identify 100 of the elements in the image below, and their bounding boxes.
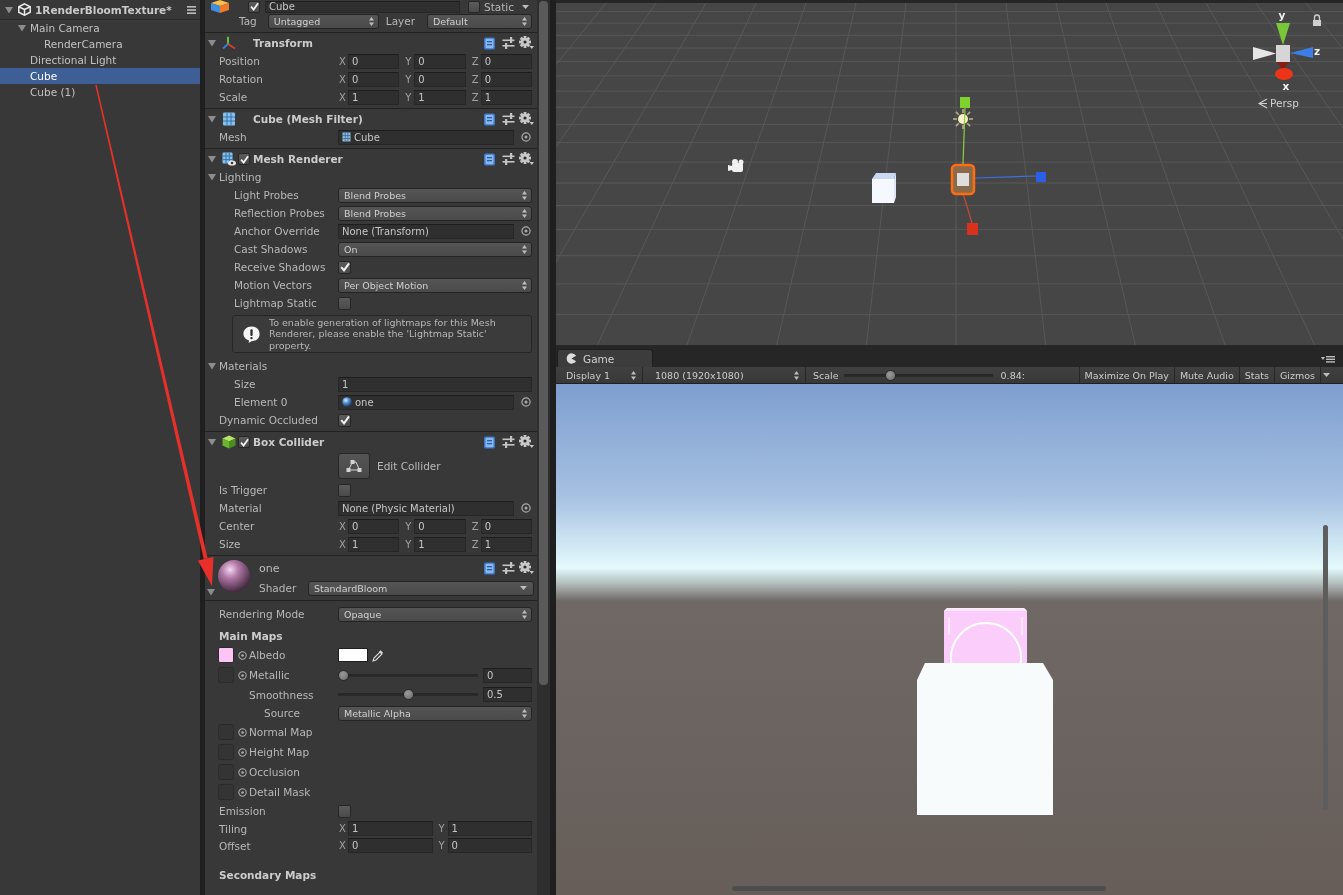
number-field[interactable]: 1 xyxy=(414,536,466,552)
number-field[interactable]: 0 xyxy=(414,53,466,69)
hierarchy-item[interactable]: Cube (1) xyxy=(0,84,200,100)
number-field[interactable]: 0 xyxy=(414,71,466,87)
number-field[interactable]: 0 xyxy=(480,71,532,87)
menu-icon[interactable] xyxy=(187,5,196,14)
shader-dropdown[interactable]: StandardBloom xyxy=(308,580,534,596)
help-book-icon[interactable] xyxy=(483,152,496,166)
target-icon[interactable] xyxy=(521,503,531,513)
tag-dropdown[interactable]: Untagged xyxy=(267,13,379,29)
number-field[interactable]: 0 xyxy=(348,53,400,69)
checkbox[interactable] xyxy=(338,483,351,497)
number-field[interactable]: 1 xyxy=(480,89,532,105)
hierarchy-item[interactable]: RenderCamera xyxy=(0,36,200,52)
checkbox[interactable] xyxy=(338,260,351,274)
axis-gizmo[interactable] xyxy=(1253,23,1313,80)
number-field[interactable]: 0 xyxy=(414,518,466,534)
object-field[interactable]: None (Physic Material) xyxy=(338,500,514,516)
checkbox[interactable] xyxy=(238,436,250,448)
hierarchy-item[interactable]: Directional Light xyxy=(0,52,200,68)
sliders-icon[interactable] xyxy=(502,113,515,125)
number-field[interactable]: 1 xyxy=(348,89,400,105)
toolbar-toggle[interactable]: Gizmos xyxy=(1274,367,1320,383)
dropdown[interactable]: Per Object Motion xyxy=(338,277,532,293)
number-field[interactable]: 1 xyxy=(348,536,400,552)
object-field[interactable]: Cube xyxy=(338,129,514,145)
target-icon[interactable] xyxy=(521,226,531,236)
projection-label[interactable]: Persp xyxy=(1270,97,1299,109)
target-icon[interactable] xyxy=(521,397,531,407)
sliders-icon[interactable] xyxy=(502,37,515,49)
number-field[interactable]: 0 xyxy=(348,518,400,534)
settings-icon[interactable] xyxy=(519,561,534,575)
foldout-triangle-icon[interactable] xyxy=(208,173,216,181)
toolbar-toggle[interactable]: Maximize On Play xyxy=(1078,367,1174,383)
lock-icon[interactable] xyxy=(1313,14,1321,26)
dropdown[interactable]: Blend Probes xyxy=(338,187,532,203)
slider-thumb[interactable] xyxy=(884,369,896,381)
help-book-icon[interactable] xyxy=(483,36,496,50)
dropdown[interactable]: Opaque xyxy=(338,606,532,622)
object-field[interactable]: None (Transform) xyxy=(338,223,514,239)
layer-dropdown[interactable]: Default xyxy=(427,13,532,29)
number-field[interactable]: 0 xyxy=(480,53,532,69)
foldout-triangle-icon[interactable] xyxy=(208,362,216,370)
checkbox[interactable] xyxy=(468,0,480,13)
number-field[interactable]: 0 xyxy=(480,518,532,534)
dropdown[interactable]: Blend Probes xyxy=(338,205,532,221)
foldout-triangle-icon[interactable] xyxy=(18,24,26,32)
slider-thumb[interactable] xyxy=(338,669,349,681)
toolbar-toggle[interactable]: Stats xyxy=(1238,367,1274,383)
slider-thumb[interactable] xyxy=(402,689,414,700)
target-icon[interactable] xyxy=(521,132,531,142)
number-field[interactable]: 0 xyxy=(348,71,400,87)
number-field[interactable]: 0 xyxy=(447,838,532,853)
checkbox[interactable] xyxy=(338,804,351,818)
foldout-triangle-icon[interactable] xyxy=(208,115,216,123)
sliders-icon[interactable] xyxy=(502,562,515,574)
gizmos-menu-button[interactable] xyxy=(1320,367,1331,383)
checkbox[interactable] xyxy=(338,413,351,427)
dropdown[interactable]: Metallic Alpha xyxy=(338,705,532,721)
settings-icon[interactable] xyxy=(519,152,534,166)
game-tab[interactable]: Game xyxy=(557,349,653,367)
number-field[interactable]: 0.5 xyxy=(483,687,532,702)
number-field[interactable]: 1 xyxy=(338,376,532,392)
sliders-icon[interactable] xyxy=(502,153,515,165)
foldout-triangle-icon[interactable] xyxy=(208,438,216,446)
help-book-icon[interactable] xyxy=(483,435,496,449)
foldout-triangle-icon[interactable] xyxy=(208,39,216,47)
texture-slot[interactable] xyxy=(218,647,234,663)
number-field[interactable]: 1 xyxy=(414,89,466,105)
number-field[interactable]: 0 xyxy=(483,667,532,683)
edit-collider-button[interactable] xyxy=(338,453,370,479)
toolbar-toggle[interactable]: Mute Audio xyxy=(1173,367,1239,383)
number-field[interactable]: 0 xyxy=(348,838,433,853)
horizontal-scrollbar[interactable] xyxy=(732,886,1106,891)
vertical-scrollbar[interactable] xyxy=(1323,525,1328,810)
scrollbar-thumb[interactable] xyxy=(539,1,548,685)
number-field[interactable]: 1 xyxy=(447,821,532,836)
hierarchy-item[interactable]: Main Camera xyxy=(0,20,200,36)
checkbox[interactable] xyxy=(248,0,260,13)
foldout-triangle-icon[interactable] xyxy=(5,5,13,14)
checkbox[interactable] xyxy=(338,296,351,310)
display-dropdown[interactable]: Display 1 xyxy=(557,367,643,383)
color-swatch[interactable] xyxy=(338,648,368,662)
dropdown[interactable]: On xyxy=(338,241,532,257)
resolution-dropdown[interactable]: 1080 (1920x1080) xyxy=(646,367,806,383)
foldout-triangle-icon[interactable] xyxy=(208,155,216,163)
settings-icon[interactable] xyxy=(519,112,534,126)
help-book-icon[interactable] xyxy=(483,112,496,126)
hierarchy-item[interactable]: Cube xyxy=(0,68,200,84)
number-field[interactable]: 1 xyxy=(348,821,433,836)
name-field[interactable]: Cube xyxy=(265,0,460,13)
eyedropper-icon[interactable] xyxy=(372,648,384,662)
object-field[interactable]: one xyxy=(338,394,514,410)
help-book-icon[interactable] xyxy=(483,561,496,575)
settings-icon[interactable] xyxy=(519,435,534,449)
settings-icon[interactable] xyxy=(519,36,534,50)
menu-icon[interactable] xyxy=(1321,355,1335,363)
checkbox[interactable] xyxy=(238,153,250,165)
sliders-icon[interactable] xyxy=(502,436,515,448)
number-field[interactable]: 1 xyxy=(480,536,532,552)
